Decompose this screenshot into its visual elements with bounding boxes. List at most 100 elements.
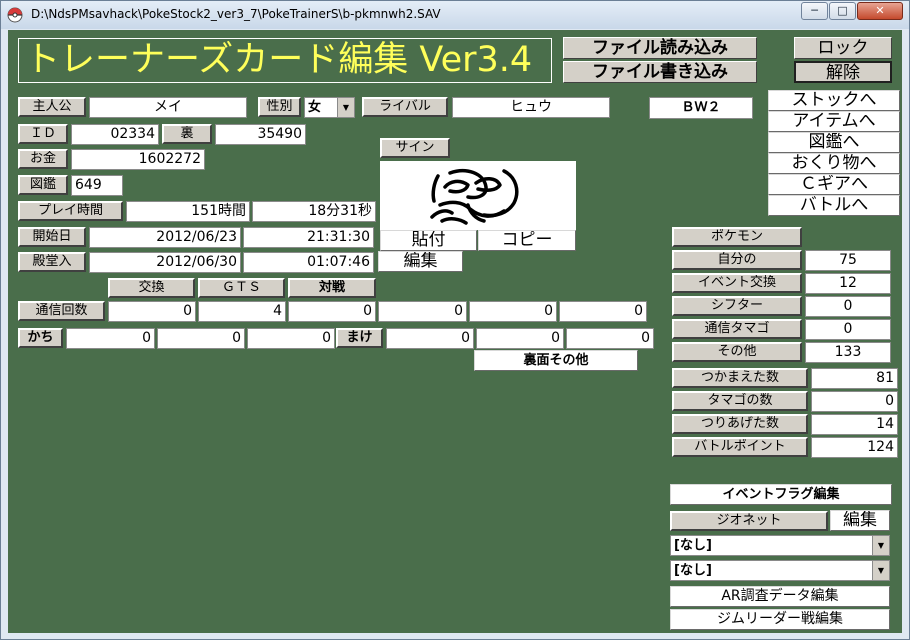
rival-name-field[interactable]: ヒュウ	[452, 97, 610, 118]
own-pokemon-field[interactable]: 75	[805, 250, 891, 271]
nav-pokedex-button[interactable]: 図鑑へ	[768, 132, 900, 153]
start-date-field[interactable]: 2012/06/23	[89, 227, 241, 248]
play-hours-field[interactable]: 151時間	[126, 201, 250, 222]
close-button[interactable]: ✕	[857, 2, 903, 20]
geonet-country-value: [なし]	[674, 538, 712, 553]
trade-header: 交換	[108, 278, 195, 298]
application-window: D:\NdsPMsavhack\PokeStock2_ver3_7\PokeTr…	[0, 0, 910, 640]
secret-id-label: 裏	[162, 124, 212, 144]
nav-stock-button[interactable]: ストックへ	[768, 90, 900, 111]
geonet-edit-button[interactable]: 編集	[830, 510, 890, 531]
event-trade-field[interactable]: 12	[805, 273, 891, 294]
gender-select[interactable]: 女 ▼	[304, 97, 355, 118]
gym-leader-edit-button[interactable]: ジムリーダー戦編集	[670, 609, 890, 630]
back-side-other-button[interactable]: 裏面その他	[474, 350, 638, 371]
losses-field-1[interactable]: 0	[386, 328, 474, 349]
comm-egg-label: 通信タマゴ	[672, 319, 802, 339]
money-label: お金	[18, 149, 68, 169]
nav-battle-button[interactable]: バトルへ	[768, 195, 900, 216]
comm-count-label: 通信回数	[18, 301, 105, 321]
fished-count-label: つりあげた数	[672, 414, 808, 434]
comm-count-field-2[interactable]: 4	[198, 301, 286, 322]
money-field[interactable]: 1602272	[71, 149, 205, 170]
shifter-field[interactable]: 0	[805, 296, 891, 317]
egg-count-label: タマゴの数	[672, 391, 808, 411]
comm-count-field-5[interactable]: 0	[469, 301, 557, 322]
battle-points-field[interactable]: 124	[811, 437, 898, 458]
other-pokemon-label: その他	[672, 342, 802, 362]
minimize-button[interactable]: ─	[801, 2, 828, 20]
nav-item-button[interactable]: アイテムへ	[768, 111, 900, 132]
nav-gift-button[interactable]: おくり物へ	[768, 153, 900, 174]
wins-label: かち	[18, 328, 63, 348]
other-pokemon-field[interactable]: 133	[805, 342, 891, 363]
start-time-field[interactable]: 21:31:30	[243, 227, 374, 248]
lock-button[interactable]: ロック	[794, 37, 892, 59]
secret-id-field[interactable]: 35490	[215, 124, 306, 145]
signature-canvas[interactable]	[380, 161, 576, 230]
title-bar[interactable]: D:\NdsPMsavhack\PokeStock2_ver3_7\PokeTr…	[1, 1, 909, 29]
wins-field-2[interactable]: 0	[157, 328, 245, 349]
battle-header: 対戦	[288, 278, 376, 298]
file-load-button[interactable]: ファイル読み込み	[563, 37, 757, 59]
unlock-button[interactable]: 解除	[794, 61, 892, 83]
comm-egg-field[interactable]: 0	[805, 319, 891, 340]
main-panel: トレーナーズカード編集 Ver3.4 ファイル読み込み ファイル書き込み ロック…	[8, 30, 902, 633]
geonet-region-value: [なし]	[674, 563, 712, 578]
chevron-down-icon[interactable]: ▼	[872, 536, 889, 555]
file-write-button[interactable]: ファイル書き込み	[563, 61, 757, 83]
wins-field-3[interactable]: 0	[247, 328, 335, 349]
player-name-field[interactable]: メイ	[89, 97, 247, 118]
pokedex-count-field[interactable]: 649	[71, 175, 123, 196]
geonet-region-select[interactable]: [なし] ▼	[670, 560, 890, 581]
egg-count-field[interactable]: 0	[811, 391, 898, 412]
comm-count-field-6[interactable]: 0	[559, 301, 647, 322]
event-flag-edit-button[interactable]: イベントフラグ編集	[670, 484, 892, 505]
paste-signature-button[interactable]: 貼付	[380, 230, 477, 251]
window-title: D:\NdsPMsavhack\PokeStock2_ver3_7\PokeTr…	[31, 7, 441, 21]
start-date-label: 開始日	[18, 227, 86, 247]
pokeball-app-icon	[7, 7, 23, 23]
pokemon-stats-header: ポケモン	[672, 227, 802, 247]
player-name-label: 主人公	[18, 97, 86, 117]
chevron-down-icon[interactable]: ▼	[337, 98, 354, 117]
game-version-field: ＢＷ２	[649, 97, 753, 119]
caught-count-label: つかまえた数	[672, 368, 808, 388]
losses-field-2[interactable]: 0	[476, 328, 564, 349]
play-minsec-field[interactable]: 18分31秒	[252, 201, 376, 222]
geonet-country-select[interactable]: [なし] ▼	[670, 535, 890, 556]
gts-header: ＧＴＳ	[198, 278, 285, 298]
id-label: ＩＤ	[18, 124, 68, 144]
maximize-button[interactable]: □	[829, 2, 856, 20]
losses-label: まけ	[336, 328, 383, 348]
shifter-label: シフター	[672, 296, 802, 316]
app-title: トレーナーズカード編集 Ver3.4	[18, 38, 552, 83]
hall-of-fame-date-field[interactable]: 2012/06/30	[89, 252, 241, 273]
ar-survey-edit-button[interactable]: AR調査データ編集	[670, 586, 890, 607]
hall-of-fame-time-field[interactable]: 01:07:46	[243, 252, 374, 273]
rival-label: ライバル	[362, 97, 448, 117]
gender-value: 女	[308, 100, 322, 115]
signature-drawing	[430, 168, 519, 225]
trainer-id-field[interactable]: 02334	[71, 124, 159, 145]
play-time-label: プレイ時間	[18, 201, 123, 221]
chevron-down-icon[interactable]: ▼	[872, 561, 889, 580]
sign-label: サイン	[380, 138, 450, 158]
geonet-label: ジオネット	[670, 511, 828, 531]
caught-count-field[interactable]: 81	[811, 368, 898, 389]
comm-count-field-1[interactable]: 0	[108, 301, 196, 322]
own-pokemon-label: 自分の	[672, 250, 802, 270]
edit-signature-button[interactable]: 編集	[378, 251, 463, 272]
event-trade-label: イベント交換	[672, 273, 802, 293]
wins-field-1[interactable]: 0	[66, 328, 155, 349]
comm-count-field-3[interactable]: 0	[288, 301, 376, 322]
gender-label: 性別	[258, 97, 301, 117]
copy-signature-button[interactable]: コピー	[478, 230, 576, 251]
losses-field-3[interactable]: 0	[566, 328, 654, 349]
pokedex-label: 図鑑	[18, 175, 68, 195]
comm-count-field-4[interactable]: 0	[378, 301, 467, 322]
nav-cgear-button[interactable]: Ｃギアへ	[768, 174, 900, 195]
hall-of-fame-label: 殿堂入	[18, 252, 86, 272]
fished-count-field[interactable]: 14	[811, 414, 898, 435]
battle-points-label: バトルポイント	[672, 437, 808, 457]
